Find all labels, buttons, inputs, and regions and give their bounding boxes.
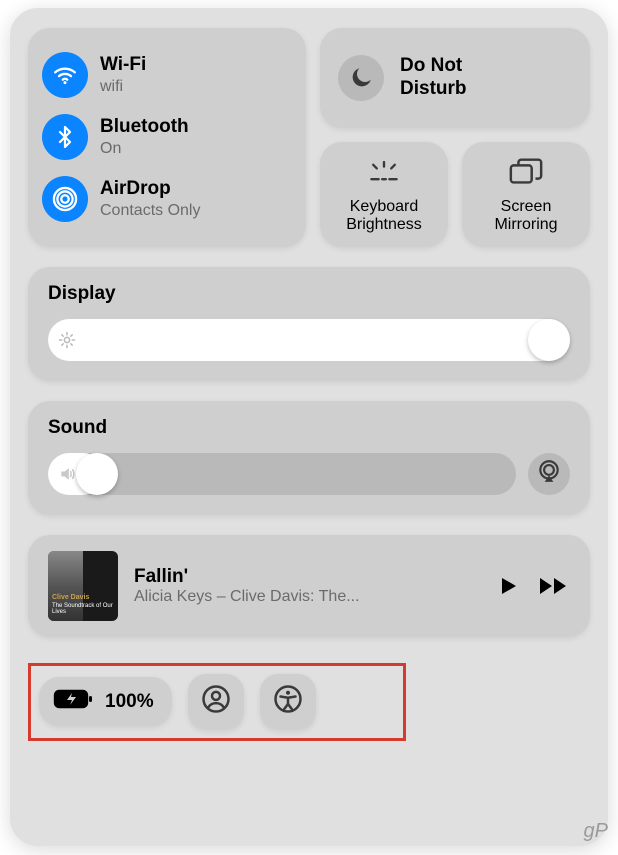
display-slider-thumb[interactable] (528, 319, 570, 361)
bluetooth-icon (42, 114, 88, 160)
airdrop-title: AirDrop (100, 178, 200, 201)
accessibility-icon (273, 684, 303, 719)
album-art-line2: The Soundtrack of Our Lives (52, 603, 114, 615)
keyboard-brightness-icon (366, 154, 402, 190)
keyboard-brightness-label: Keyboard Brightness (346, 198, 422, 235)
do-not-disturb-toggle[interactable]: Do Not Disturb (320, 28, 590, 128)
accessibility-button[interactable] (260, 674, 316, 730)
user-icon (201, 684, 231, 719)
sound-card: Sound (28, 401, 590, 515)
sound-slider-thumb[interactable] (76, 453, 118, 495)
right-column: Do Not Disturb Keyboard Brightness Scree… (320, 28, 590, 247)
wifi-title: Wi-Fi (100, 54, 146, 77)
track-subtitle: Alicia Keys – Clive Davis: The... (134, 588, 480, 606)
brightness-icon (58, 331, 76, 349)
sound-slider[interactable] (48, 453, 516, 495)
next-button[interactable] (538, 574, 570, 598)
top-row: Wi-Fi wifi Bluetooth On AirDrop (28, 28, 590, 247)
battery-charging-icon (53, 687, 93, 716)
battery-button[interactable]: 100% (39, 677, 172, 726)
album-art-line1: Clive Davis (52, 594, 114, 601)
play-button[interactable] (496, 574, 520, 598)
screen-mirroring-icon (508, 154, 544, 190)
wifi-subtitle: wifi (100, 77, 146, 96)
bluetooth-title: Bluetooth (100, 116, 189, 139)
speaker-icon (58, 464, 78, 484)
connectivity-card: Wi-Fi wifi Bluetooth On AirDrop (28, 28, 306, 247)
user-switching-button[interactable] (188, 674, 244, 730)
battery-percentage: 100% (105, 691, 154, 713)
display-title: Display (48, 283, 570, 305)
display-card: Display (28, 267, 590, 381)
album-art[interactable]: Clive Davis The Soundtrack of Our Lives (48, 551, 118, 621)
small-card-row: Keyboard Brightness Screen Mirroring (320, 142, 590, 247)
dnd-label: Do Not Disturb (400, 55, 467, 101)
sound-title: Sound (48, 417, 570, 439)
display-slider[interactable] (48, 319, 570, 361)
airplay-audio-icon (536, 458, 562, 489)
bluetooth-toggle[interactable]: Bluetooth On (42, 106, 292, 168)
airdrop-subtitle: Contacts Only (100, 201, 200, 220)
wifi-toggle[interactable]: Wi-Fi wifi (42, 44, 292, 106)
bluetooth-subtitle: On (100, 139, 189, 158)
bottom-row-highlight: 100% (28, 663, 406, 741)
audio-output-button[interactable] (528, 453, 570, 495)
watermark: gP (584, 820, 608, 843)
track-title: Fallin' (134, 566, 480, 588)
screen-mirroring-button[interactable]: Screen Mirroring (462, 142, 590, 247)
airdrop-icon (42, 176, 88, 222)
control-center-panel: Wi-Fi wifi Bluetooth On AirDrop (10, 8, 608, 846)
wifi-icon (42, 52, 88, 98)
screen-mirroring-label: Screen Mirroring (494, 198, 557, 235)
keyboard-brightness-button[interactable]: Keyboard Brightness (320, 142, 448, 247)
moon-icon (338, 55, 384, 101)
airdrop-toggle[interactable]: AirDrop Contacts Only (42, 168, 292, 230)
now-playing-card: Clive Davis The Soundtrack of Our Lives … (28, 535, 590, 637)
